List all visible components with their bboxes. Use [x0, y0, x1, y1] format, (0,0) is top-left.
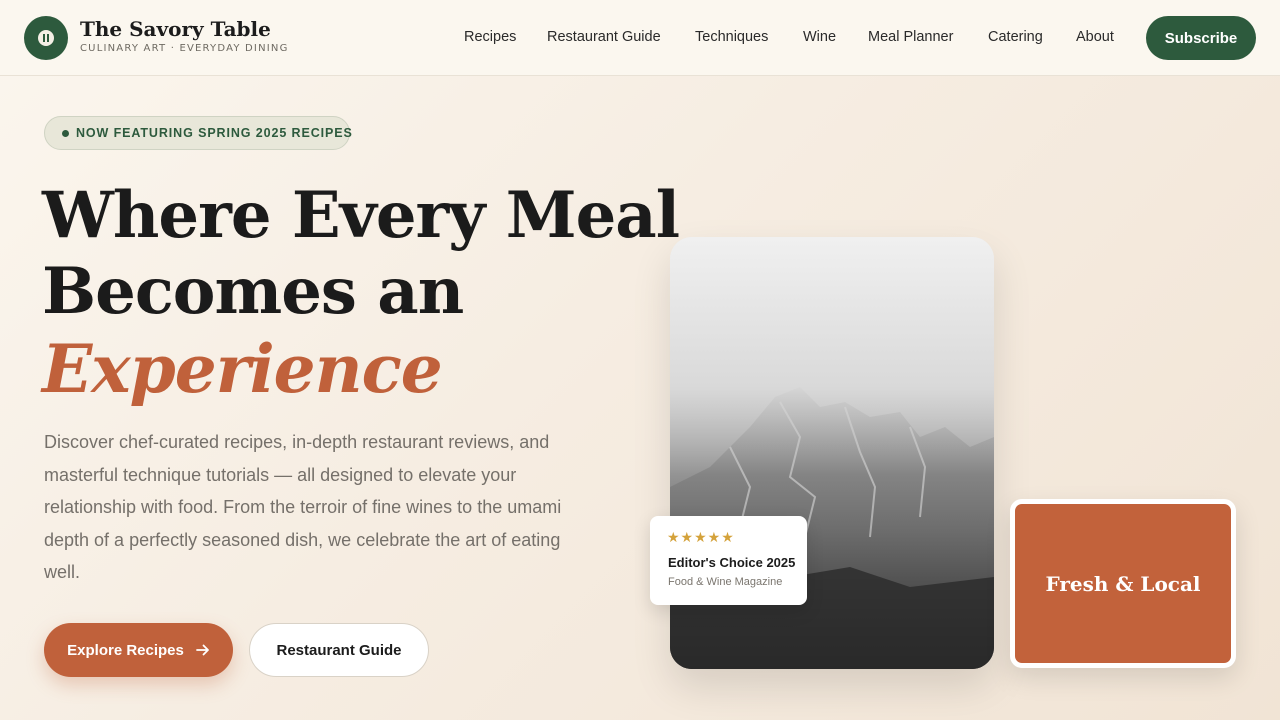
explore-recipes-label: Explore Recipes	[67, 641, 184, 659]
review-card: ★★★★★ Editor's Choice 2025 Food & Wine M…	[650, 516, 807, 605]
fresh-local-card: Fresh & Local	[1010, 499, 1236, 668]
subscribe-button[interactable]: Subscribe	[1146, 16, 1256, 60]
nav-techniques[interactable]: Techniques	[695, 29, 768, 45]
hero-description: Discover chef-curated recipes, in-depth …	[44, 432, 562, 583]
featured-badge-text: NOW FEATURING SPRING 2025 RECIPES	[76, 126, 353, 140]
nav-recipes[interactable]: Recipes	[464, 29, 516, 45]
rating-stars-icon: ★★★★★	[667, 530, 735, 546]
nav-wine[interactable]: Wine	[803, 29, 836, 45]
arrow-right-icon	[195, 644, 209, 656]
brand-name[interactable]: The Savory Table	[80, 17, 271, 41]
headline-line-2: Becomes an	[42, 254, 464, 329]
logo-icon[interactable]	[24, 16, 68, 60]
nav-meal-planner[interactable]: Meal Planner	[868, 29, 953, 45]
review-source: Food & Wine Magazine	[668, 576, 783, 588]
featured-badge: NOW FEATURING SPRING 2025 RECIPES	[44, 116, 353, 150]
explore-recipes-button[interactable]: Explore Recipes	[44, 623, 233, 677]
brand-tagline: CULINARY ART · EVERYDAY DINING	[80, 43, 289, 54]
site-header: The Savory Table CULINARY ART · EVERYDAY…	[0, 0, 1280, 76]
nav-about[interactable]: About	[1076, 29, 1114, 45]
nav-catering[interactable]: Catering	[988, 29, 1043, 45]
nav-restaurant-guide[interactable]: Restaurant Guide	[547, 29, 661, 45]
headline-line-1: Where Every Meal	[42, 178, 680, 253]
restaurant-guide-button[interactable]: Restaurant Guide	[249, 623, 429, 677]
headline-accent: Experience	[42, 330, 443, 408]
fresh-local-label: Fresh & Local	[1045, 571, 1201, 596]
review-title: Editor's Choice 2025	[668, 555, 796, 570]
status-dot-icon	[62, 130, 69, 137]
